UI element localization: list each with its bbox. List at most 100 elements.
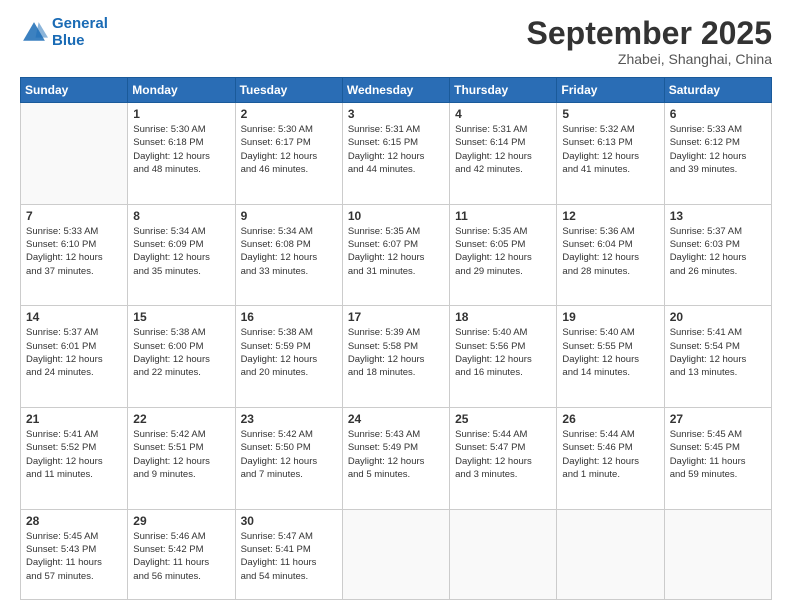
day-info: Sunrise: 5:40 AMSunset: 5:55 PMDaylight:… [562,326,658,379]
day-number: 12 [562,209,658,223]
table-row: 17 Sunrise: 5:39 AMSunset: 5:58 PMDayligh… [342,306,449,408]
day-info: Sunrise: 5:41 AMSunset: 5:54 PMDaylight:… [670,326,766,379]
table-row: 26 Sunrise: 5:44 AMSunset: 5:46 PMDayligh… [557,408,664,510]
day-number: 20 [670,310,766,324]
day-info: Sunrise: 5:40 AMSunset: 5:56 PMDaylight:… [455,326,551,379]
logo-text: General Blue [52,16,108,49]
table-row: 5Sunrise: 5:32 AMSunset: 6:13 PMDaylight… [557,103,664,205]
table-row: 13 Sunrise: 5:37 AMSunset: 6:03 PMDayligh… [664,204,771,306]
table-row [664,509,771,599]
table-row: 24Sunrise: 5:43 AMSunset: 5:49 PMDayligh… [342,408,449,510]
day-info: Sunrise: 5:47 AMSunset: 5:41 PMDaylight:… [241,530,337,583]
page: General Blue September 2025 Zhabei, Shan… [0,0,792,612]
day-number: 17 [348,310,444,324]
day-info: Sunrise: 5:42 AMSunset: 5:51 PMDaylight:… [133,428,229,481]
day-info: Sunrise: 5:42 AMSunset: 5:50 PMDaylight:… [241,428,337,481]
day-info: Sunrise: 5:46 AMSunset: 5:42 PMDaylight:… [133,530,229,583]
table-row: 7 Sunrise: 5:33 AMSunset: 6:10 PMDaylight… [21,204,128,306]
header-thursday: Thursday [450,78,557,103]
day-number: 15 [133,310,229,324]
table-row: 19 Sunrise: 5:40 AMSunset: 5:55 PMDayligh… [557,306,664,408]
day-info: Sunrise: 5:33 AMSunset: 6:10 PMDaylight:… [26,225,122,278]
day-number: 5 [562,107,658,121]
table-row: 1 Sunrise: 5:30 AMSunset: 6:18 PMDaylight… [128,103,235,205]
table-row: 30 Sunrise: 5:47 AMSunset: 5:41 PMDayligh… [235,509,342,599]
table-row: 25 Sunrise: 5:44 AMSunset: 5:47 PMDayligh… [450,408,557,510]
logo: General Blue [20,16,108,49]
table-row: 15Sunrise: 5:38 AMSunset: 6:00 PMDayligh… [128,306,235,408]
day-info: Sunrise: 5:37 AMSunset: 6:03 PMDaylight:… [670,225,766,278]
day-number: 26 [562,412,658,426]
day-number: 4 [455,107,551,121]
day-number: 21 [26,412,122,426]
day-number: 7 [26,209,122,223]
title-block: September 2025 Zhabei, Shanghai, China [527,16,772,67]
table-row: 16 Sunrise: 5:38 AMSunset: 5:59 PMDayligh… [235,306,342,408]
day-number: 19 [562,310,658,324]
day-number: 30 [241,514,337,528]
day-info: Sunrise: 5:35 AMSunset: 6:05 PMDaylight:… [455,225,551,278]
table-row [21,103,128,205]
table-row: 3 Sunrise: 5:31 AMSunset: 6:15 PMDaylight… [342,103,449,205]
day-number: 22 [133,412,229,426]
day-number: 25 [455,412,551,426]
calendar-week-row: 21 Sunrise: 5:41 AMSunset: 5:52 PMDayligh… [21,408,772,510]
day-number: 8 [133,209,229,223]
day-number: 10 [348,209,444,223]
table-row: 11Sunrise: 5:35 AMSunset: 6:05 PMDayligh… [450,204,557,306]
header-wednesday: Wednesday [342,78,449,103]
day-info: Sunrise: 5:30 AMSunset: 6:18 PMDaylight:… [133,123,229,176]
day-number: 18 [455,310,551,324]
table-row [450,509,557,599]
calendar-week-row: 1 Sunrise: 5:30 AMSunset: 6:18 PMDaylight… [21,103,772,205]
day-number: 13 [670,209,766,223]
table-row: 23Sunrise: 5:42 AMSunset: 5:50 PMDayligh… [235,408,342,510]
month-title: September 2025 [527,16,772,51]
day-info: Sunrise: 5:34 AMSunset: 6:08 PMDaylight:… [241,225,337,278]
day-info: Sunrise: 5:44 AMSunset: 5:46 PMDaylight:… [562,428,658,481]
day-info: Sunrise: 5:31 AMSunset: 6:14 PMDaylight:… [455,123,551,176]
table-row: 4 Sunrise: 5:31 AMSunset: 6:14 PMDaylight… [450,103,557,205]
table-row: 2Sunrise: 5:30 AMSunset: 6:17 PMDaylight… [235,103,342,205]
day-number: 3 [348,107,444,121]
table-row: 29 Sunrise: 5:46 AMSunset: 5:42 PMDayligh… [128,509,235,599]
calendar-header-row: Sunday Monday Tuesday Wednesday Thursday… [21,78,772,103]
table-row: 14 Sunrise: 5:37 AMSunset: 6:01 PMDayligh… [21,306,128,408]
day-info: Sunrise: 5:41 AMSunset: 5:52 PMDaylight:… [26,428,122,481]
table-row: 9 Sunrise: 5:34 AMSunset: 6:08 PMDaylight… [235,204,342,306]
day-number: 9 [241,209,337,223]
day-info: Sunrise: 5:39 AMSunset: 5:58 PMDaylight:… [348,326,444,379]
day-info: Sunrise: 5:45 AMSunset: 5:45 PMDaylight:… [670,428,766,481]
logo-blue: Blue [52,33,108,50]
calendar-week-row: 28Sunrise: 5:45 AMSunset: 5:43 PMDayligh… [21,509,772,599]
day-number: 29 [133,514,229,528]
day-info: Sunrise: 5:45 AMSunset: 5:43 PMDaylight:… [26,530,122,583]
table-row: 18 Sunrise: 5:40 AMSunset: 5:56 PMDayligh… [450,306,557,408]
day-number: 1 [133,107,229,121]
day-info: Sunrise: 5:33 AMSunset: 6:12 PMDaylight:… [670,123,766,176]
table-row: 8Sunrise: 5:34 AMSunset: 6:09 PMDaylight… [128,204,235,306]
day-info: Sunrise: 5:38 AMSunset: 5:59 PMDaylight:… [241,326,337,379]
table-row: 20 Sunrise: 5:41 AMSunset: 5:54 PMDayligh… [664,306,771,408]
day-number: 14 [26,310,122,324]
logo-general: General [52,15,108,32]
table-row: 22 Sunrise: 5:42 AMSunset: 5:51 PMDayligh… [128,408,235,510]
day-number: 6 [670,107,766,121]
day-info: Sunrise: 5:37 AMSunset: 6:01 PMDaylight:… [26,326,122,379]
logo-icon [20,19,48,47]
header-saturday: Saturday [664,78,771,103]
header: General Blue September 2025 Zhabei, Shan… [20,16,772,67]
day-info: Sunrise: 5:44 AMSunset: 5:47 PMDaylight:… [455,428,551,481]
calendar: Sunday Monday Tuesday Wednesday Thursday… [20,77,772,600]
table-row: 28Sunrise: 5:45 AMSunset: 5:43 PMDayligh… [21,509,128,599]
table-row: 12Sunrise: 5:36 AMSunset: 6:04 PMDayligh… [557,204,664,306]
header-tuesday: Tuesday [235,78,342,103]
day-info: Sunrise: 5:31 AMSunset: 6:15 PMDaylight:… [348,123,444,176]
day-number: 16 [241,310,337,324]
table-row: 21 Sunrise: 5:41 AMSunset: 5:52 PMDayligh… [21,408,128,510]
table-row: 10Sunrise: 5:35 AMSunset: 6:07 PMDayligh… [342,204,449,306]
table-row: 27Sunrise: 5:45 AMSunset: 5:45 PMDayligh… [664,408,771,510]
table-row [557,509,664,599]
day-number: 24 [348,412,444,426]
day-number: 2 [241,107,337,121]
